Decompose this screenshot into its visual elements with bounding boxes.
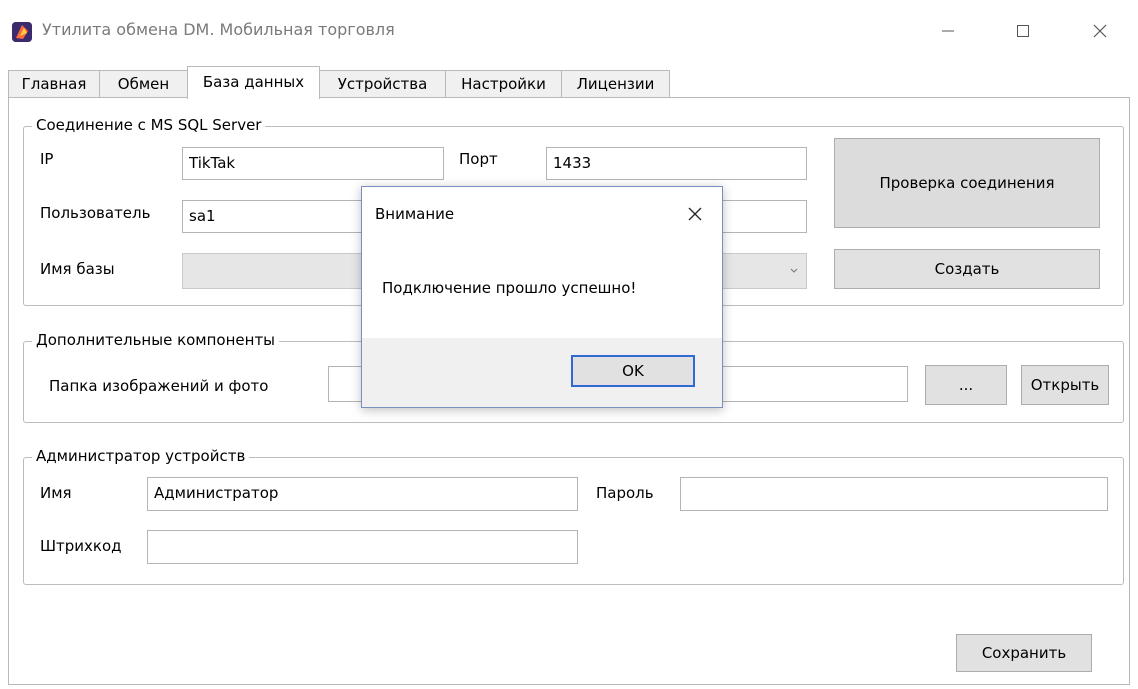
close-icon: [1093, 24, 1107, 38]
close-icon: [688, 207, 702, 221]
user-label: Пользователь: [40, 204, 151, 222]
dialog-title: Внимание: [375, 205, 455, 223]
admin-password-label: Пароль: [596, 484, 654, 502]
title-bar: Утилита обмена DM. Мобильная торговля: [0, 0, 1138, 62]
ip-input[interactable]: TikTak: [182, 147, 444, 180]
ip-label: IP: [40, 150, 54, 168]
dialog-ok-button[interactable]: OK: [571, 355, 695, 387]
window-title: Утилита обмена DM. Мобильная торговля: [42, 20, 395, 39]
sql-connection-legend: Соединение с MS SQL Server: [32, 116, 266, 134]
barcode-label: Штрихкод: [40, 537, 122, 555]
tab-settings[interactable]: Настройки: [445, 70, 562, 98]
tab-exchange[interactable]: Обмен: [99, 70, 188, 98]
close-window-button[interactable]: [1080, 14, 1120, 48]
tab-main[interactable]: Главная: [8, 70, 100, 98]
admin-name-input[interactable]: Администратор: [147, 477, 578, 511]
additional-components-legend: Дополнительные компоненты: [32, 331, 280, 349]
open-button[interactable]: Открыть: [1021, 365, 1109, 405]
port-label: Порт: [459, 150, 498, 168]
maximize-icon: [1017, 25, 1029, 37]
message-dialog: Внимание Подключение прошло успешно! OK: [361, 186, 723, 408]
maximize-button[interactable]: [1003, 14, 1043, 48]
dialog-close-button[interactable]: [678, 197, 712, 231]
admin-password-input[interactable]: [680, 477, 1108, 511]
tab-devices[interactable]: Устройства: [319, 70, 446, 98]
device-admin-legend: Администратор устройств: [32, 447, 250, 465]
dialog-message: Подключение прошло успешно!: [382, 279, 637, 297]
minimize-icon: [942, 30, 954, 32]
images-folder-label: Папка изображений и фото: [49, 377, 269, 395]
tab-database[interactable]: База данных: [187, 66, 320, 99]
app-logo-icon: [12, 22, 32, 42]
save-button[interactable]: Сохранить: [956, 634, 1092, 672]
browse-button[interactable]: ...: [925, 365, 1007, 405]
minimize-button[interactable]: [928, 14, 968, 48]
database-name-label: Имя базы: [40, 260, 115, 278]
create-button[interactable]: Создать: [834, 249, 1100, 289]
tab-licenses[interactable]: Лицензии: [561, 70, 670, 98]
barcode-input[interactable]: [147, 530, 578, 564]
admin-name-label: Имя: [40, 484, 72, 502]
chevron-down-icon: [788, 262, 800, 280]
dialog-footer: OK: [362, 338, 722, 407]
test-connection-button[interactable]: Проверка соединения: [834, 138, 1100, 228]
port-input[interactable]: 1433: [546, 147, 807, 180]
